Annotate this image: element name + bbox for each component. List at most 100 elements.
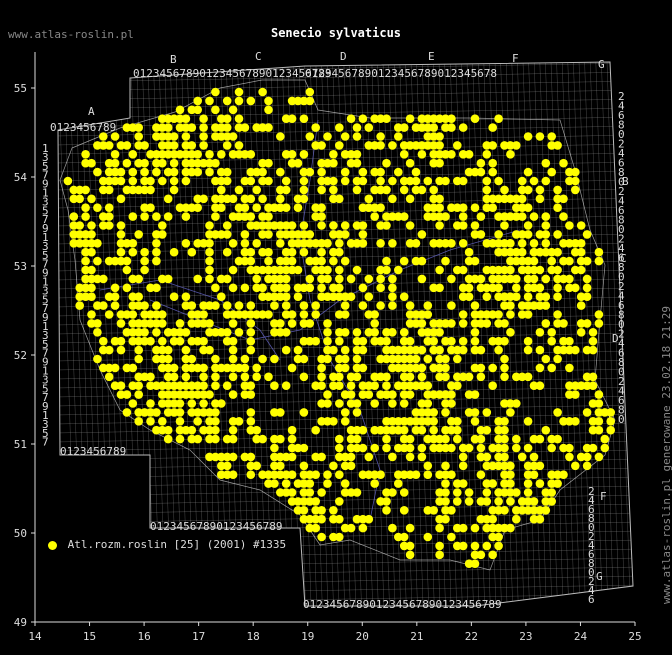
occurrence-dot bbox=[211, 354, 220, 364]
occurrence-dot bbox=[134, 292, 143, 302]
occurrence-dot bbox=[535, 514, 545, 524]
occurrence-dot bbox=[87, 292, 96, 302]
occurrence-dot bbox=[287, 425, 297, 435]
occurrence-dot bbox=[199, 123, 208, 132]
occurrence-dot bbox=[435, 283, 444, 293]
occurrence-dot bbox=[299, 150, 309, 159]
occurrence-dot bbox=[382, 372, 391, 382]
occurrence-dot bbox=[476, 167, 486, 177]
occurrence-dot bbox=[376, 141, 385, 150]
occurrence-dot bbox=[152, 328, 161, 337]
occurrence-dot bbox=[234, 87, 244, 97]
occurrence-dot bbox=[299, 506, 309, 515]
occurrence-dot bbox=[93, 256, 102, 266]
occurrence-dot bbox=[222, 176, 232, 186]
occurrence-dot bbox=[482, 150, 492, 159]
occurrence-dot bbox=[488, 479, 498, 488]
occurrence-dot bbox=[547, 132, 556, 141]
occurrence-dot bbox=[358, 443, 368, 453]
occurrence-dot bbox=[482, 185, 492, 195]
occurrence-dot bbox=[228, 390, 238, 399]
occurrence-dot bbox=[352, 399, 362, 408]
occurrence-dot bbox=[335, 336, 344, 346]
occurrence-dot bbox=[81, 256, 90, 266]
distribution-map: 14 15 16 17 18 19 20 21 22 23 24 25 55 54 53 52 51 50 49 01… bbox=[14, 50, 642, 643]
occurrence-dot bbox=[81, 203, 90, 212]
occurrence-dots bbox=[63, 87, 615, 568]
occurrence-dot bbox=[205, 256, 214, 266]
occurrence-dot bbox=[99, 274, 108, 284]
occurrence-dot bbox=[494, 310, 503, 319]
y-tick-label: 52 bbox=[14, 349, 27, 362]
occurrence-dot bbox=[500, 443, 509, 453]
occurrence-dot bbox=[470, 390, 480, 399]
occurrence-dot bbox=[553, 247, 562, 257]
occurrence-dot bbox=[447, 239, 456, 248]
occurrence-dot bbox=[388, 488, 397, 497]
occurrence-dot bbox=[506, 408, 515, 417]
occurrence-dot bbox=[311, 123, 321, 132]
occurrence-dot bbox=[529, 452, 539, 462]
occurrence-dot bbox=[346, 452, 356, 462]
occurrence-dot bbox=[535, 132, 545, 141]
occurrence-dot bbox=[323, 390, 332, 399]
occurrence-dot bbox=[340, 345, 350, 355]
occurrence-dot bbox=[352, 354, 362, 364]
occurrence-dot bbox=[99, 336, 108, 346]
occurrence-dot bbox=[399, 150, 409, 159]
occurrence-dot bbox=[571, 176, 580, 186]
occurrence-dot bbox=[140, 247, 149, 257]
occurrence-dot bbox=[163, 434, 173, 444]
occurrence-dot bbox=[169, 176, 179, 186]
occurrence-dot bbox=[364, 123, 374, 132]
occurrence-dot bbox=[335, 141, 344, 150]
occurrence-dot bbox=[104, 221, 114, 230]
occurrence-dot bbox=[364, 390, 374, 399]
occurrence-dot bbox=[382, 256, 391, 266]
occurrence-dot bbox=[435, 203, 444, 212]
occurrence-dot bbox=[211, 87, 220, 97]
occurrence-dot bbox=[435, 265, 444, 275]
occurrence-dot bbox=[600, 443, 610, 453]
occurrence-dot bbox=[140, 158, 149, 168]
occurrence-dot bbox=[281, 283, 291, 293]
occurrence-dot bbox=[140, 167, 149, 177]
occurrence-dot bbox=[317, 203, 326, 212]
occurrence-dot bbox=[175, 336, 185, 346]
occurrence-dot bbox=[329, 506, 338, 515]
grid-col-digits: 01234567890123456789012345678 bbox=[305, 67, 497, 80]
occurrence-dot bbox=[399, 399, 409, 408]
occurrence-dot bbox=[193, 105, 202, 115]
occurrence-dot bbox=[281, 185, 291, 195]
occurrence-dot bbox=[458, 541, 468, 551]
occurrence-dot bbox=[594, 417, 604, 426]
occurrence-dot bbox=[205, 167, 214, 177]
occurrence-dot bbox=[246, 176, 256, 186]
occurrence-dot bbox=[405, 336, 415, 346]
occurrence-dot bbox=[205, 221, 214, 230]
occurrence-dot bbox=[352, 158, 362, 168]
occurrence-dot bbox=[565, 363, 574, 373]
occurrence-dot bbox=[87, 247, 96, 257]
occurrence-dot bbox=[435, 221, 444, 230]
occurrence-dot bbox=[429, 408, 439, 417]
occurrence-dot bbox=[482, 497, 492, 506]
x-tick-label: 14 bbox=[28, 630, 42, 643]
occurrence-dot bbox=[405, 390, 415, 399]
occurrence-dot bbox=[317, 363, 326, 373]
occurrence-dot bbox=[116, 230, 126, 239]
occurrence-dot bbox=[523, 443, 533, 453]
occurrence-dot bbox=[523, 185, 533, 195]
occurrence-dot bbox=[470, 301, 480, 310]
occurrence-dot bbox=[500, 417, 509, 426]
grid-col-letter: D bbox=[340, 50, 347, 63]
occurrence-dot bbox=[559, 470, 568, 480]
occurrence-dot bbox=[240, 123, 250, 132]
occurrence-dot bbox=[140, 265, 149, 275]
grid-row-letter: G bbox=[596, 570, 603, 583]
occurrence-dot bbox=[535, 363, 545, 373]
occurrence-dot bbox=[517, 239, 527, 248]
occurrence-dot bbox=[222, 328, 232, 337]
occurrence-dot bbox=[458, 523, 468, 533]
occurrence-dot bbox=[535, 381, 545, 391]
